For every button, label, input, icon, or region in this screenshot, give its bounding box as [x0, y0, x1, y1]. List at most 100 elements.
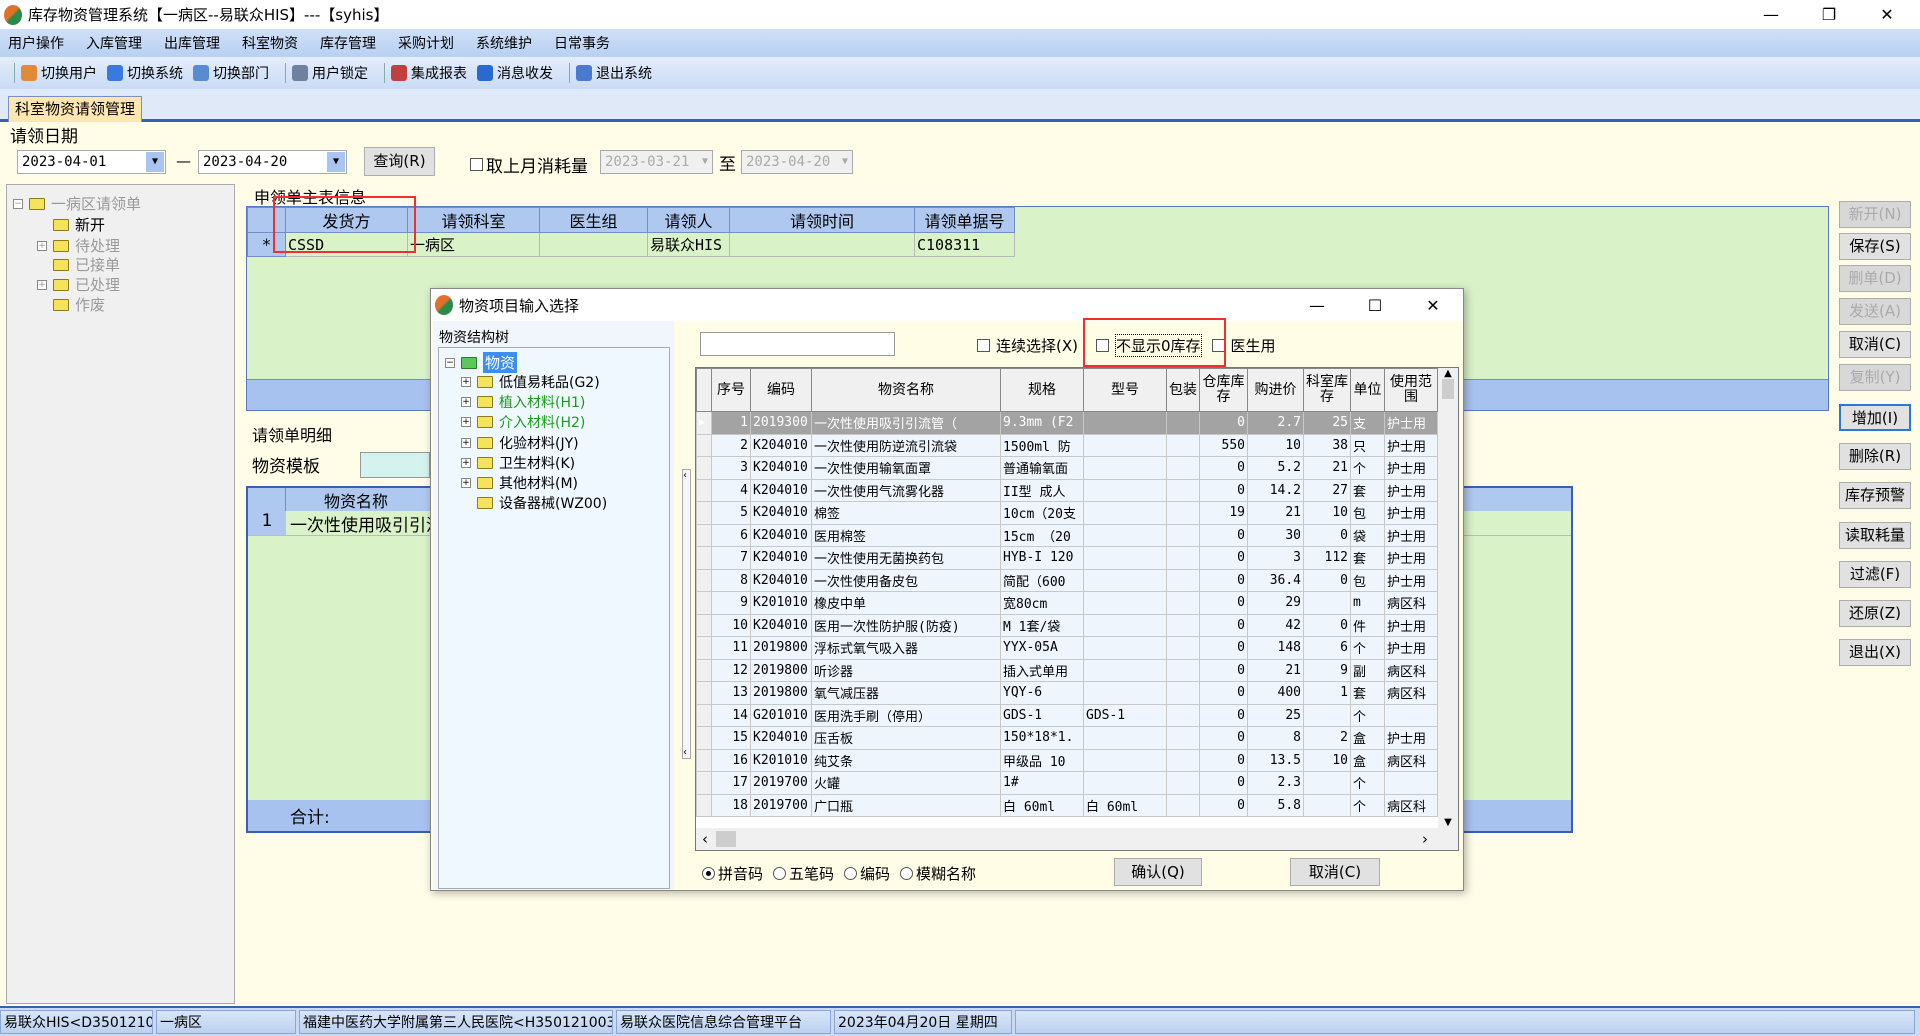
column-header[interactable]: 规格 [1000, 368, 1084, 412]
table-cell[interactable]: 套 [1350, 478, 1385, 502]
table-cell[interactable]: 0 [1199, 613, 1248, 637]
table-cell[interactable]: 27 [1303, 478, 1351, 502]
table-cell[interactable]: 9 [1303, 658, 1351, 682]
minimize-button[interactable]: — [1742, 0, 1800, 29]
action-button[interactable]: 发送(A) [1839, 298, 1911, 325]
action-button[interactable]: 新开(N) [1839, 201, 1911, 228]
action-button[interactable]: 删除(R) [1839, 443, 1911, 470]
table-cell[interactable]: 病区科 [1384, 793, 1438, 817]
table-row[interactable]: 8 K204010 一次性使用备皮包 简配（600 0 36.4 0 包护士用 [696, 568, 1438, 592]
table-cell[interactable]: 8 [711, 568, 751, 592]
action-button[interactable]: 保存(S) [1839, 233, 1911, 260]
table-cell[interactable]: C108311 [914, 232, 1015, 257]
table-cell[interactable]: 9.3mm (F2 [1000, 411, 1084, 435]
table-cell[interactable]: 18 [711, 793, 751, 817]
table-cell[interactable]: 7 [711, 546, 751, 570]
table-cell[interactable]: 护士用 [1384, 433, 1438, 457]
action-button[interactable]: 读取耗量 [1839, 522, 1911, 549]
table-cell[interactable]: 400 [1247, 681, 1304, 705]
toolbar-button[interactable]: 切换部门 [193, 63, 269, 83]
table-cell[interactable]: 13.5 [1247, 748, 1304, 772]
table-cell[interactable]: 12 [711, 658, 751, 682]
column-header[interactable]: 科室库存 [1303, 368, 1351, 412]
table-cell[interactable] [1166, 523, 1200, 547]
table-cell[interactable]: 550 [1199, 433, 1248, 457]
table-cell[interactable]: GDS-1 [1000, 703, 1084, 727]
table-cell[interactable]: 0 [1199, 456, 1248, 480]
table-cell[interactable]: 2 [711, 433, 751, 457]
table-cell[interactable]: 5.2 [1247, 456, 1304, 480]
table-cell[interactable] [1303, 793, 1351, 817]
table-cell[interactable]: 病区科 [1384, 591, 1438, 615]
table-cell[interactable]: 包 [1350, 568, 1385, 592]
table-cell[interactable]: 10 [1303, 748, 1351, 772]
table-cell[interactable]: 0 [1199, 703, 1248, 727]
table-cell[interactable]: 棉签 [811, 501, 1001, 525]
table-cell[interactable] [1166, 748, 1200, 772]
column-header[interactable]: 请领时间 [729, 207, 915, 233]
search-input[interactable] [700, 332, 895, 356]
table-cell[interactable]: 16 [711, 748, 751, 772]
table-cell[interactable] [1083, 726, 1167, 750]
table-row[interactable]: 9 K201010 橡皮中单 宽80cm 0 29 m 病区科 [696, 591, 1438, 615]
table-cell[interactable]: 0 [1303, 568, 1351, 592]
tree-item[interactable]: + 卫生材料(K) [461, 453, 575, 473]
table-cell[interactable]: 0 [1199, 793, 1248, 817]
table-cell[interactable]: 15 [711, 726, 751, 750]
scroll-thumb[interactable] [1442, 379, 1454, 399]
table-cell[interactable]: 病区科 [1384, 748, 1438, 772]
table-cell[interactable]: 0 [1199, 523, 1248, 547]
table-cell[interactable]: 个 [1350, 703, 1385, 727]
row-selector[interactable] [696, 568, 712, 592]
table-cell[interactable]: 2.3 [1247, 771, 1304, 795]
table-cell[interactable]: 白 60ml [1083, 793, 1167, 817]
table-row[interactable]: 13 2019800 氧气减压器 YQY-6 0 400 1 套病区科 [696, 681, 1438, 705]
action-button[interactable]: 过滤(F) [1839, 561, 1911, 588]
table-cell[interactable]: 包 [1350, 501, 1385, 525]
table-cell[interactable] [1384, 771, 1438, 795]
table-cell[interactable] [1166, 771, 1200, 795]
scroll-down-icon[interactable]: ▼ [1438, 817, 1458, 828]
column-header[interactable]: 单位 [1350, 368, 1385, 412]
table-cell[interactable]: 个 [1350, 456, 1385, 480]
tree-item-void[interactable]: 作废 [53, 294, 105, 315]
table-cell[interactable]: 1500ml 防 [1000, 433, 1084, 457]
table-cell[interactable]: 易联众HIS [647, 232, 730, 257]
expand-icon[interactable]: + [461, 457, 471, 468]
table-cell[interactable] [1166, 568, 1200, 592]
table-cell[interactable] [1166, 456, 1200, 480]
cancel-button[interactable]: 取消(C) [1290, 858, 1380, 886]
collapse-icon[interactable]: − [445, 357, 455, 368]
table-cell[interactable]: 13 [711, 681, 751, 705]
column-header[interactable]: 包装 [1166, 368, 1200, 412]
tree-item[interactable]: + 其他材料(M) [461, 473, 578, 493]
table-cell[interactable]: 4 [711, 478, 751, 502]
table-cell[interactable]: 病区科 [1384, 681, 1438, 705]
row-selector[interactable] [696, 793, 712, 817]
table-cell[interactable]: 5 [711, 501, 751, 525]
table-cell[interactable] [539, 232, 648, 257]
table-cell[interactable]: 医用一次性防护服(防疫) [811, 613, 1001, 637]
option-checkbox[interactable]: 连续选择(X) [977, 334, 1078, 357]
expand-icon[interactable]: + [461, 417, 471, 428]
table-cell[interactable] [1083, 456, 1167, 480]
table-cell[interactable]: YQY-6 [1000, 681, 1084, 705]
table-cell[interactable]: 21 [1303, 456, 1351, 480]
table-cell[interactable]: 0 [1303, 613, 1351, 637]
table-cell[interactable] [1083, 681, 1167, 705]
table-cell[interactable] [1166, 726, 1200, 750]
table-cell[interactable]: 10cm（20支 [1000, 501, 1084, 525]
table-cell[interactable]: 0 [1303, 523, 1351, 547]
table-cell[interactable]: 2019700 [750, 771, 812, 795]
collapse-icon[interactable]: − [13, 198, 23, 209]
table-row[interactable]: 14 G201010 医用洗手刷（停用） GDS-1 GDS-1 0 25 个 [696, 703, 1438, 727]
table-cell[interactable] [1166, 613, 1200, 637]
table-cell[interactable]: K201010 [750, 591, 812, 615]
tab-dept-requisition[interactable]: 科室物资请领管理 [8, 96, 143, 122]
table-cell[interactable] [1166, 591, 1200, 615]
row-selector[interactable] [696, 771, 712, 795]
table-cell[interactable]: 2 [1303, 726, 1351, 750]
table-cell[interactable]: 广口瓶 [811, 793, 1001, 817]
radio-icon[interactable] [773, 867, 787, 880]
table-cell[interactable]: 21 [1247, 501, 1304, 525]
